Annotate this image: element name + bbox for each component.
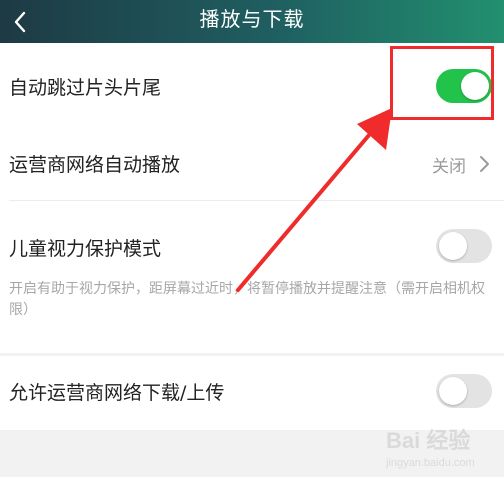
watermark-text: Bai 经验 bbox=[386, 428, 470, 453]
baidu-jingyan-watermark: Bai 经验 jingyan.baidu.com bbox=[385, 428, 475, 469]
annotation-arrow bbox=[236, 108, 392, 292]
watermark-subtext: jingyan.baidu.com bbox=[385, 457, 475, 469]
